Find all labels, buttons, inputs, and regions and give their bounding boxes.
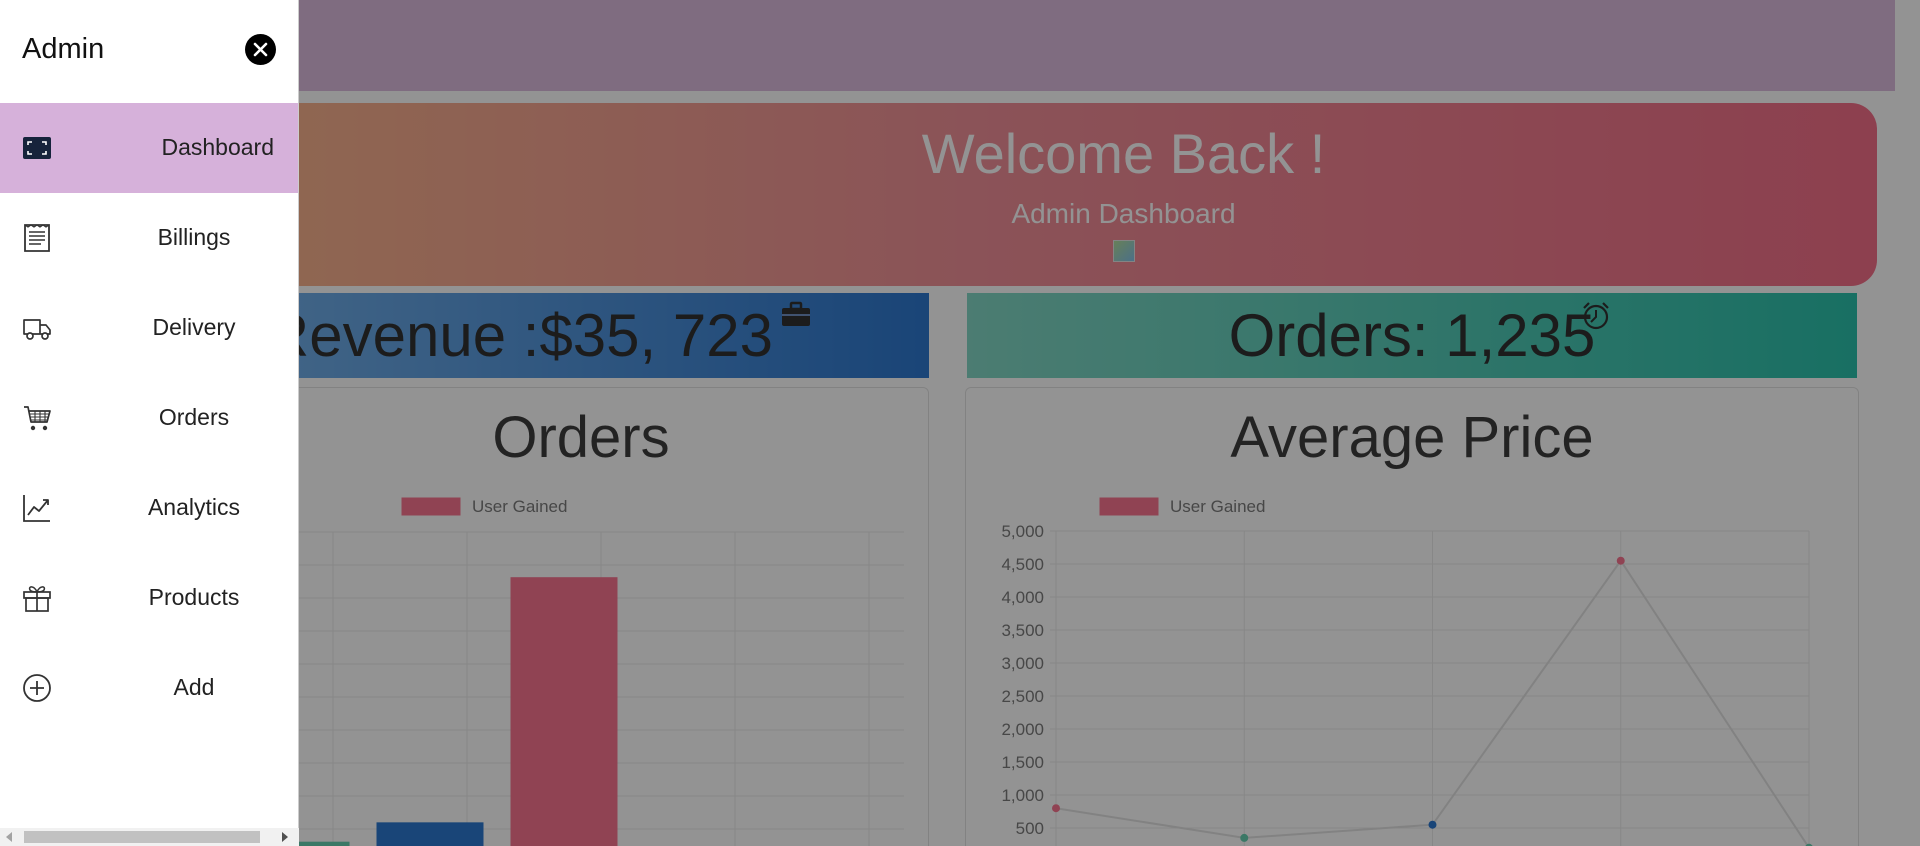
sidebar-item-label: Add (173, 674, 215, 700)
gift-icon (23, 586, 51, 612)
sidebar-item-billings[interactable]: Billings (0, 193, 298, 283)
receipt-icon (24, 224, 50, 252)
dashboard-icon (23, 137, 51, 159)
chart-line-icon (23, 495, 50, 522)
sidebar-item-label: Dashboard (161, 134, 274, 160)
sidebar-item-orders[interactable]: Orders (0, 373, 298, 463)
cart-icon (24, 406, 51, 431)
sidebar-item-dashboard[interactable]: Dashboard (0, 103, 298, 193)
sidebar-item-analytics[interactable]: Analytics (0, 463, 298, 553)
drawer-header: Admin (0, 0, 298, 103)
sidebar-drawer: Admin Dashboard Billings Delivery Orders… (0, 0, 299, 846)
scroll-right-icon[interactable] (282, 832, 288, 842)
sidebar-item-label: Products (148, 584, 240, 610)
sidebar-item-label: Delivery (152, 314, 236, 340)
scrollbar-thumb[interactable] (24, 831, 260, 843)
sidebar-item-label: Billings (157, 224, 231, 250)
plus-circle-icon (23, 674, 51, 702)
close-icon (253, 42, 268, 57)
drawer-horizontal-scrollbar[interactable] (0, 828, 299, 846)
sidebar-item-label: Orders (158, 404, 230, 430)
truck-icon (23, 319, 51, 340)
sidebar-item-label: Analytics (147, 494, 241, 520)
sidebar-item-add[interactable]: Add (0, 643, 298, 733)
sidebar-item-delivery[interactable]: Delivery (0, 283, 298, 373)
scroll-left-icon[interactable] (6, 832, 12, 842)
close-button[interactable] (245, 34, 276, 65)
drawer-title: Admin (22, 33, 105, 65)
sidebar-item-products[interactable]: Products (0, 553, 298, 643)
